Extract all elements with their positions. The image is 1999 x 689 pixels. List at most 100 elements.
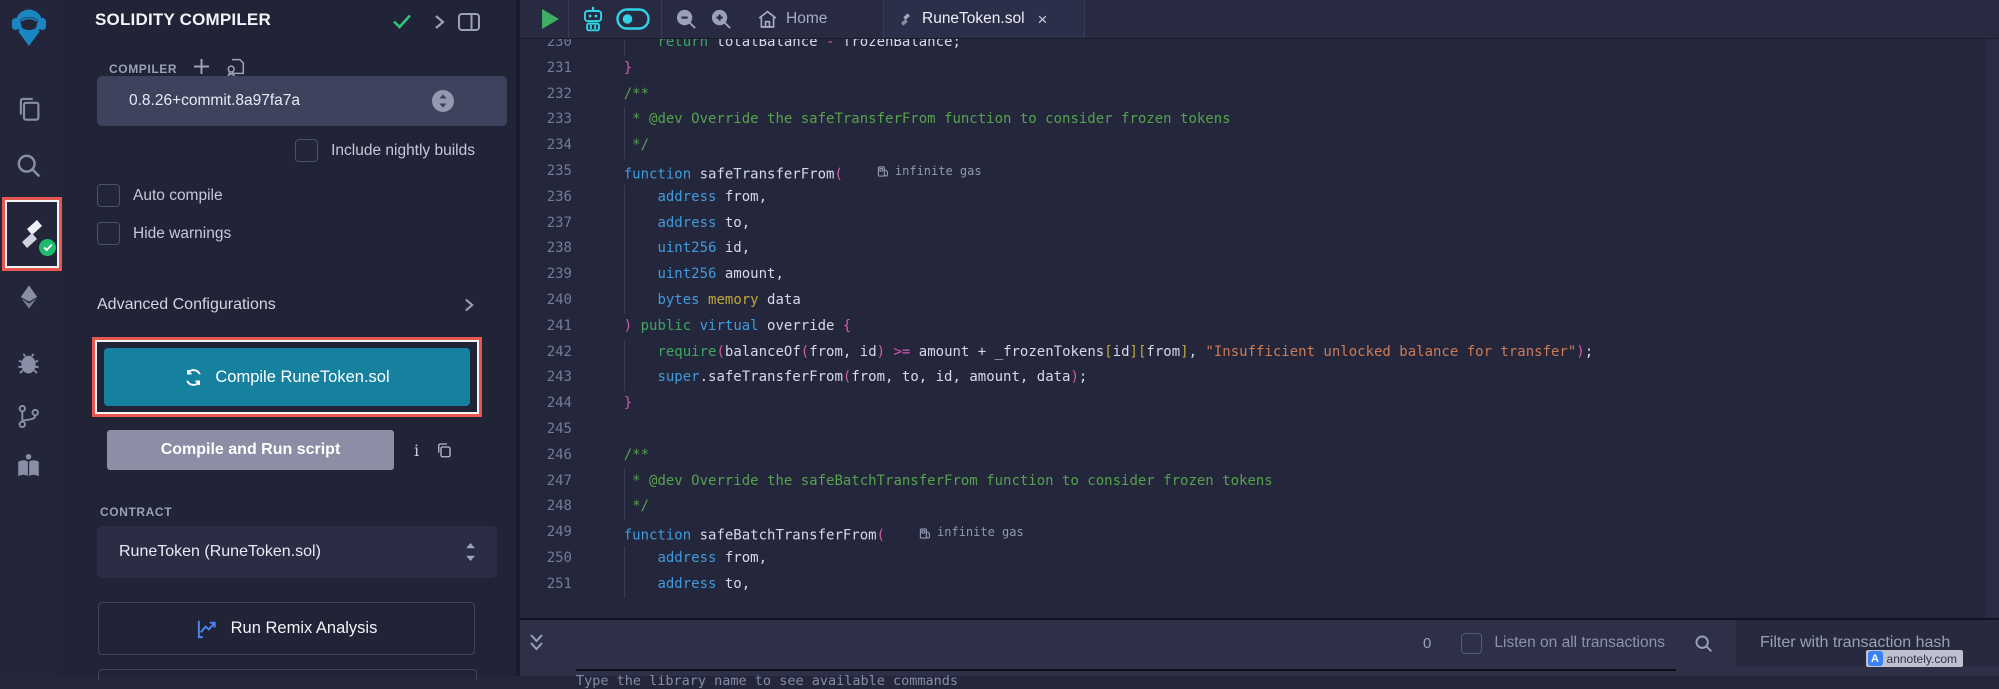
panel-collapse-chevron-icon[interactable] (433, 14, 446, 35)
line-number[interactable]: 230 (520, 38, 572, 56)
code-line[interactable]: 250 address from, (520, 546, 1999, 572)
code-text: * @dev Override the safeBatchTransferFro… (572, 469, 1273, 495)
terminal-search-icon[interactable] (1693, 633, 1714, 654)
line-number[interactable]: 246 (520, 443, 572, 469)
debugger-bug-icon[interactable] (0, 350, 57, 377)
line-number[interactable]: 237 (520, 211, 572, 237)
code-line[interactable]: 238 uint256 id, (520, 236, 1999, 262)
chevron-right-icon (463, 297, 475, 313)
advanced-configurations-toggle[interactable]: Advanced Configurations (97, 296, 475, 314)
compile-button[interactable]: Compile RuneToken.sol (104, 348, 470, 406)
code-line[interactable]: 240 bytes memory data (520, 288, 1999, 314)
include-nightly-checkbox[interactable] (295, 139, 318, 162)
line-number[interactable]: 239 (520, 262, 572, 288)
line-number[interactable]: 240 (520, 288, 572, 314)
code-line[interactable]: 239 uint256 amount, (520, 262, 1999, 288)
line-number[interactable]: 231 (520, 56, 572, 82)
auto-compile-label: Auto compile (133, 187, 223, 205)
code-text: ) public virtual override { (572, 314, 851, 340)
run-remix-analysis-button[interactable]: Run Remix Analysis (98, 602, 475, 655)
file-explorer-icon[interactable] (0, 94, 57, 124)
code-line[interactable]: 232 /** (520, 82, 1999, 108)
ai-assistant-robot-button[interactable] (580, 0, 606, 38)
line-number[interactable]: 243 (520, 365, 572, 391)
zoom-out-icon (675, 8, 698, 31)
line-number[interactable]: 248 (520, 494, 572, 520)
version-updown-icon[interactable] (430, 88, 456, 119)
hide-warnings-label: Hide warnings (133, 225, 231, 243)
line-number[interactable]: 247 (520, 469, 572, 495)
zoom-in-button[interactable] (710, 0, 733, 38)
next-button-partial[interactable] (98, 669, 477, 680)
code-line[interactable]: 241 ) public virtual override { (520, 314, 1999, 340)
line-number[interactable]: 249 (520, 520, 572, 546)
code-line[interactable]: 245 (520, 417, 1999, 443)
code-text: function safeBatchTransferFrom(infinite … (572, 520, 1024, 546)
line-number[interactable]: 232 (520, 82, 572, 108)
code-line[interactable]: 231 } (520, 56, 1999, 82)
home-icon (757, 9, 778, 29)
compile-and-run-button[interactable]: Compile and Run script (107, 430, 394, 470)
line-number[interactable]: 238 (520, 236, 572, 262)
line-number[interactable]: 245 (520, 417, 572, 443)
code-line[interactable]: 235 function safeTransferFrom(infinite g… (520, 159, 1999, 185)
line-number[interactable]: 241 (520, 314, 572, 340)
info-icon[interactable]: i (414, 441, 419, 460)
compile-button-label: Compile RuneToken.sol (215, 368, 389, 387)
code-line[interactable]: 251 address to, (520, 572, 1999, 598)
auto-compile-checkbox[interactable] (97, 184, 120, 207)
git-branch-icon[interactable] (0, 403, 57, 430)
code-line[interactable]: 248 */ (520, 494, 1999, 520)
code-line[interactable]: 246 /** (520, 443, 1999, 469)
search-icon[interactable] (0, 151, 57, 180)
gas-estimate-badge: infinite gas (877, 159, 982, 185)
line-number[interactable]: 242 (520, 340, 572, 366)
deploy-and-run-icon[interactable] (0, 283, 57, 311)
line-number[interactable]: 234 (520, 133, 572, 159)
code-text: address from, (572, 546, 767, 572)
terminal: 0 Listen on all transactions A annotely.… (520, 618, 1999, 676)
learneth-book-icon[interactable] (0, 452, 57, 481)
code-line[interactable]: 233 * @dev Override the safeTransferFrom… (520, 107, 1999, 133)
terminal-prompt-hint[interactable]: Type the library name to see available c… (576, 669, 1676, 689)
editor-toolbar: Home RuneToken.sol × (520, 0, 1999, 39)
code-text (572, 417, 590, 443)
line-number[interactable]: 250 (520, 546, 572, 572)
code-line[interactable]: 243 super.safeTransferFrom(from, to, id,… (520, 365, 1999, 391)
code-editor[interactable]: 230 return totalBalance - frozenBalance;… (520, 38, 1999, 618)
panel-check-icon (391, 12, 413, 35)
terminal-expand-icon[interactable] (528, 632, 545, 659)
zoom-out-button[interactable] (675, 0, 698, 38)
code-line[interactable]: 230 return totalBalance - frozenBalance; (520, 38, 1999, 56)
editor-scrollbar[interactable] (1986, 38, 1999, 618)
code-text: address from, (572, 185, 767, 211)
tab-runetoken[interactable]: RuneToken.sol × (883, 0, 1085, 38)
line-number[interactable]: 235 (520, 159, 572, 185)
select-updown-icon (464, 541, 477, 568)
code-line[interactable]: 247 * @dev Override the safeBatchTransfe… (520, 469, 1999, 495)
run-script-play-button[interactable] (542, 0, 559, 38)
code-text: */ (572, 494, 649, 520)
code-line[interactable]: 237 address to, (520, 211, 1999, 237)
line-number[interactable]: 236 (520, 185, 572, 211)
copy-icon[interactable] (435, 441, 453, 459)
code-line[interactable]: 242 require(balanceOf(from, id) >= amoun… (520, 340, 1999, 366)
line-number[interactable]: 244 (520, 391, 572, 417)
code-text: uint256 id, (572, 236, 750, 262)
hide-warnings-checkbox[interactable] (97, 222, 120, 245)
code-line[interactable]: 249 function safeBatchTransferFrom(infin… (520, 520, 1999, 546)
ai-toggle-switch[interactable] (616, 0, 650, 38)
tab-close-icon[interactable]: × (1038, 11, 1048, 28)
contract-select[interactable]: RuneToken (RuneToken.sol) (97, 526, 497, 578)
code-line[interactable]: 236 address from, (520, 185, 1999, 211)
pin-panel-icon[interactable] (457, 12, 481, 37)
code-text: } (572, 56, 632, 82)
listen-all-transactions-checkbox[interactable] (1461, 633, 1482, 654)
line-number[interactable]: 233 (520, 107, 572, 133)
annotation-box-compiler-icon (2, 197, 62, 271)
code-line[interactable]: 244 } (520, 391, 1999, 417)
line-number[interactable]: 251 (520, 572, 572, 598)
code-line[interactable]: 234 */ (520, 133, 1999, 159)
solidity-compiler-icon[interactable] (15, 217, 49, 251)
home-tab[interactable]: Home (757, 0, 827, 38)
